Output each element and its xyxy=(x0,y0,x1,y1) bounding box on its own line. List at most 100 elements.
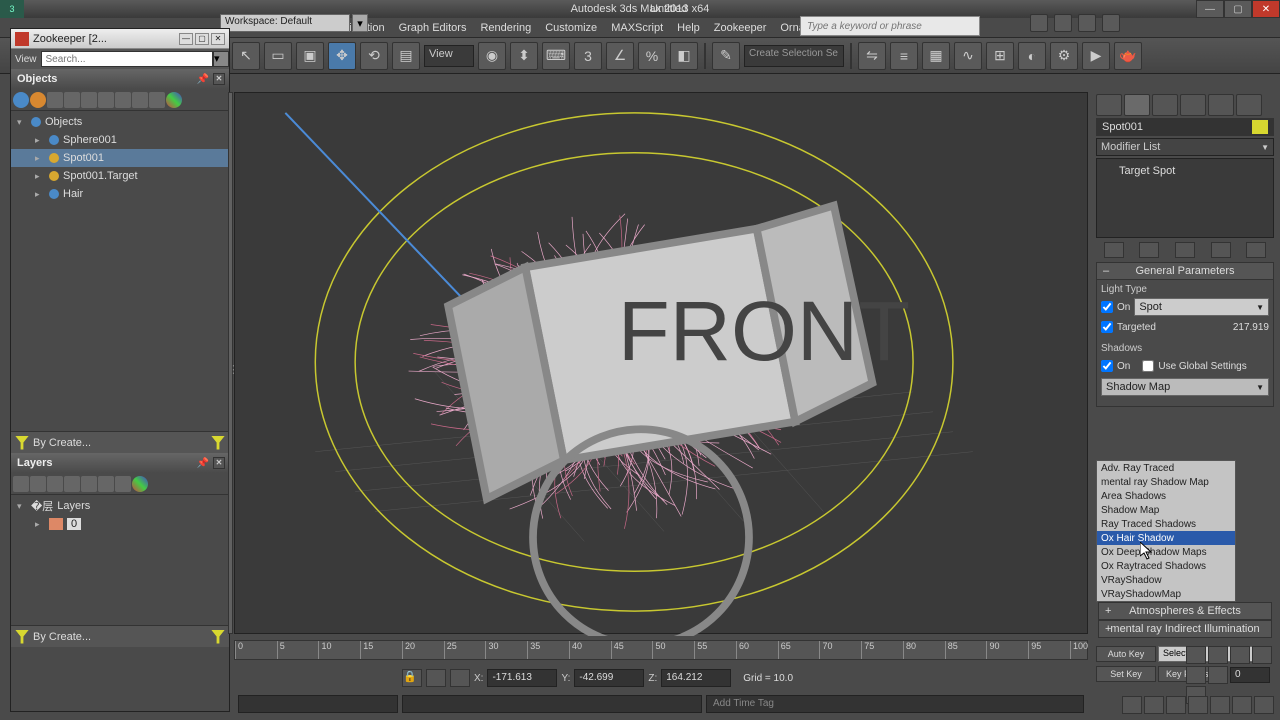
display-tab-icon[interactable] xyxy=(1208,94,1234,116)
star-icon[interactable] xyxy=(1078,14,1096,32)
lock-icon[interactable]: 🔒 xyxy=(402,669,422,687)
shadow-option-7[interactable]: Ox Raytraced Shadows xyxy=(1097,559,1235,573)
move-icon[interactable]: ✥ xyxy=(328,42,356,70)
modifier-stack[interactable]: Target Spot xyxy=(1096,158,1274,238)
angle-snap-icon[interactable]: ∠ xyxy=(606,42,634,70)
script-listener[interactable] xyxy=(238,695,398,713)
play-icon[interactable] xyxy=(1230,646,1250,664)
zk-close-button[interactable]: ✕ xyxy=(211,33,225,45)
filter-light-icon[interactable] xyxy=(30,92,46,108)
snap-3-icon[interactable]: 3 xyxy=(574,42,602,70)
tree-item-hair[interactable]: ▸Hair xyxy=(11,185,229,203)
filter-xref-icon[interactable] xyxy=(149,92,165,108)
menu-rendering[interactable]: Rendering xyxy=(480,22,531,34)
lf3-icon[interactable] xyxy=(47,476,63,492)
configure-icon[interactable] xyxy=(1246,242,1266,258)
pivot-icon[interactable]: ◉ xyxy=(478,42,506,70)
shadow-option-0[interactable]: Adv. Ray Traced xyxy=(1097,461,1235,475)
shadow-option-9[interactable]: VRayShadowMap xyxy=(1097,587,1235,601)
next-frame-icon[interactable] xyxy=(1252,646,1272,664)
objects-header[interactable]: Objects 📌 ✕ xyxy=(11,69,229,89)
utilities-tab-icon[interactable] xyxy=(1236,94,1262,116)
align-icon[interactable]: ≡ xyxy=(890,42,918,70)
help-icon[interactable] xyxy=(1102,14,1120,32)
workspace-dropdown[interactable]: Workspace: Default xyxy=(220,14,350,32)
shadow-option-2[interactable]: Area Shadows xyxy=(1097,489,1235,503)
scale-icon[interactable]: ▤ xyxy=(392,42,420,70)
zk-search-arrow-icon[interactable]: ▾ xyxy=(213,51,229,67)
x-coord[interactable]: -171.613 xyxy=(487,669,557,687)
material-editor-icon[interactable]: ◐ xyxy=(1018,42,1046,70)
maximize-vp-icon[interactable] xyxy=(1254,696,1274,714)
select-window-icon[interactable]: ▣ xyxy=(296,42,324,70)
filter-geom-icon[interactable] xyxy=(13,92,29,108)
menu-graph-editors[interactable]: Graph Editors xyxy=(399,22,467,34)
orbit-icon[interactable] xyxy=(1232,696,1252,714)
filter-group-icon[interactable] xyxy=(132,92,148,108)
shadow-option-8[interactable]: VRayShadow xyxy=(1097,573,1235,587)
lf1-icon[interactable] xyxy=(13,476,29,492)
layers-root[interactable]: ▾�层Layers xyxy=(11,497,229,515)
goto-end-icon[interactable] xyxy=(1186,666,1206,684)
render-setup-icon[interactable]: ⚙ xyxy=(1050,42,1078,70)
lf5-icon[interactable] xyxy=(81,476,97,492)
sel-lock-icon[interactable] xyxy=(450,669,470,687)
schematic-icon[interactable]: ⊞ xyxy=(986,42,1014,70)
light-type-dropdown[interactable]: Spot▼ xyxy=(1134,298,1269,316)
signin-icon[interactable] xyxy=(1030,14,1048,32)
lf7-icon[interactable] xyxy=(115,476,131,492)
render-icon[interactable]: 🫖 xyxy=(1114,42,1142,70)
z-coord[interactable]: 164.212 xyxy=(661,669,731,687)
create-tab-icon[interactable] xyxy=(1096,94,1122,116)
selection-set-dropdown[interactable]: Create Selection Se xyxy=(744,45,844,67)
color-swatch[interactable] xyxy=(1252,120,1268,134)
tree-item-spot[interactable]: ▸Spot001 xyxy=(11,149,229,167)
iso-icon[interactable] xyxy=(426,669,446,687)
tree-item-sphere[interactable]: ▸Sphere001 xyxy=(11,131,229,149)
goto-start-icon[interactable] xyxy=(1186,646,1206,664)
layers-header[interactable]: Layers 📌 ✕ xyxy=(11,453,229,473)
named-sel-icon[interactable]: ✎ xyxy=(712,42,740,70)
hierarchy-tab-icon[interactable] xyxy=(1152,94,1178,116)
stack-item-target-spot[interactable]: Target Spot xyxy=(1101,163,1269,179)
filter-all-icon[interactable] xyxy=(166,92,182,108)
tree-item-spot-target[interactable]: ▸Spot001.Target xyxy=(11,167,229,185)
help-search-input[interactable] xyxy=(800,16,980,36)
layers-filter-bar[interactable]: By Create... xyxy=(11,625,229,647)
pan-icon[interactable] xyxy=(1210,696,1230,714)
mirror-icon[interactable]: ⇋ xyxy=(858,42,886,70)
fov-icon[interactable] xyxy=(1188,696,1208,714)
shadow-type-dropdown[interactable]: Shadow Map▼ xyxy=(1101,378,1269,396)
lf6-icon[interactable] xyxy=(98,476,114,492)
show-end-icon[interactable] xyxy=(1139,242,1159,258)
menu-zookeeper[interactable]: Zookeeper xyxy=(714,22,767,34)
shadow-option-3[interactable]: Shadow Map xyxy=(1097,503,1235,517)
autokey-button[interactable]: Auto Key xyxy=(1096,646,1156,662)
ref-coord-dropdown[interactable]: View xyxy=(424,45,474,67)
pin-stack-icon[interactable] xyxy=(1104,242,1124,258)
mental-rollout[interactable]: +mental ray Indirect Illumination xyxy=(1098,620,1272,638)
filter-cam-icon[interactable] xyxy=(64,92,80,108)
zoom-icon[interactable] xyxy=(1122,696,1142,714)
objects-filter-bar[interactable]: By Create... xyxy=(11,431,229,453)
zk-min-button[interactable]: — xyxy=(179,33,193,45)
y-coord[interactable]: -42.699 xyxy=(574,669,644,687)
select-region-icon[interactable]: ▭ xyxy=(264,42,292,70)
modifier-list-dropdown[interactable]: Modifier List▼ xyxy=(1096,138,1274,156)
tree-root[interactable]: ▾Objects xyxy=(11,113,229,131)
menu-maxscript[interactable]: MAXScript xyxy=(611,22,663,34)
shadow-option-5[interactable]: Ox Hair Shadow xyxy=(1097,531,1235,545)
filter-bone-icon[interactable] xyxy=(115,92,131,108)
light-on-checkbox[interactable] xyxy=(1101,301,1113,313)
lf2-icon[interactable] xyxy=(30,476,46,492)
minimize-button[interactable]: — xyxy=(1196,0,1224,18)
spinner-snap-icon[interactable]: ◧ xyxy=(670,42,698,70)
setkey-button[interactable]: Set Key xyxy=(1096,666,1156,682)
time-tag-input[interactable]: Add Time Tag xyxy=(706,695,1084,713)
maximize-button[interactable]: ▢ xyxy=(1224,0,1252,18)
lf4-icon[interactable] xyxy=(64,476,80,492)
pin-icon[interactable]: 📌 xyxy=(197,74,209,85)
remove-icon[interactable] xyxy=(1211,242,1231,258)
unique-icon[interactable] xyxy=(1175,242,1195,258)
general-params-rollout[interactable]: –General Parameters xyxy=(1096,262,1274,280)
